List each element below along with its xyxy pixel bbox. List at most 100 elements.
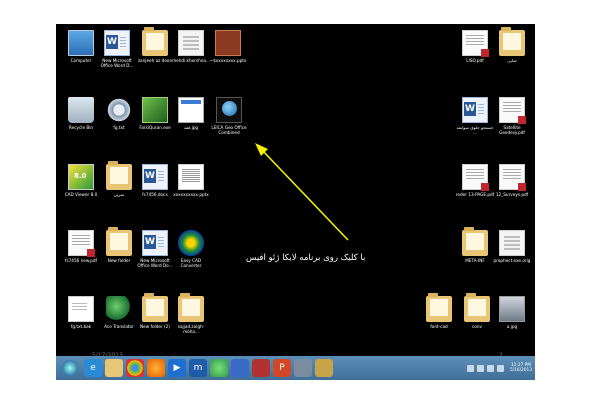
- desktop-icon-pptx[interactable]: xxxxxxxxxx.pptx: [172, 164, 210, 197]
- desktop-icon-easy-cad-converter[interactable]: Easy CAD Converter: [172, 230, 210, 268]
- desktop-icon-ace-translator[interactable]: Ace Translator: [100, 296, 138, 329]
- desktop-icon-pptx-temp[interactable]: ~$xxxxxxxx.pptx: [209, 30, 247, 63]
- leica-geo-office-icon: [216, 97, 242, 123]
- image-file-icon: [215, 30, 241, 56]
- desktop-icon-sajjad-folder[interactable]: sajjad.zolgh-moha...: [172, 293, 210, 334]
- desktop-icon-surveys-pdf[interactable]: 12_Surveys.pdf: [493, 164, 531, 197]
- network-icon[interactable]: [486, 364, 494, 372]
- start-button[interactable]: [62, 360, 78, 376]
- icon-label: 12_Surveys.pdf: [495, 192, 529, 197]
- taskbar-internet-explorer[interactable]: e: [84, 359, 102, 377]
- desktop-icon-a-jpg[interactable]: a.jpg: [493, 296, 531, 329]
- taskbar-chrome[interactable]: [126, 359, 144, 377]
- icon-label: New folder (2): [140, 324, 170, 329]
- icon-label: تمرین: [113, 192, 125, 197]
- icon-label: فقه.jpg: [183, 125, 199, 130]
- document-icon: [499, 230, 525, 256]
- system-tray: 11:27 PM 5/16/2013: [466, 358, 532, 378]
- desktop-icon-folder-tamrin[interactable]: تمرین: [100, 161, 138, 197]
- taskbar-media-app[interactable]: [252, 359, 270, 377]
- folder-icon: [464, 293, 490, 322]
- taskbar-app[interactable]: [294, 359, 312, 377]
- icon-label: شاپی: [507, 58, 517, 63]
- desktop-icon-fs7456-pdf[interactable]: fs7456 new.pdf: [62, 230, 100, 263]
- icon-label: xxxxxxxxxx.pptx: [173, 192, 209, 197]
- desktop-icon-folder[interactable]: zanjeeh az doon: [136, 27, 174, 63]
- word-document-icon: [142, 164, 168, 190]
- folder-icon: [178, 293, 204, 322]
- desktop-icon-word-fa[interactable]: جستجو جلوی سوابقه ...: [456, 97, 494, 135]
- easy-cad-converter-icon: [178, 230, 204, 256]
- desktop-icon-computer[interactable]: Computer: [62, 30, 100, 63]
- icon-label: zanjeeh az doon: [137, 58, 173, 63]
- folder-icon: [142, 293, 168, 322]
- icon-label: LISO.pdf: [466, 58, 484, 63]
- desktop-icon-new-folder-2[interactable]: New folder (2): [136, 293, 174, 329]
- folder-icon: [106, 227, 132, 256]
- desktop-icon-reder-pdf[interactable]: reder 13-PAGE.pdf: [456, 164, 494, 197]
- taskbar-file-explorer[interactable]: [105, 359, 123, 377]
- desktop-icon-new-folder[interactable]: New folder: [100, 227, 138, 263]
- photo-icon: [499, 296, 525, 322]
- clock[interactable]: 11:27 PM 5/16/2013: [510, 363, 532, 374]
- icon-label: New Microsoft Office Word D...: [100, 58, 134, 68]
- taskbar-mathtype[interactable]: m: [189, 359, 207, 377]
- desktop-icon-font-cad[interactable]: font-cad: [420, 293, 458, 329]
- taskbar-firefox[interactable]: [147, 359, 165, 377]
- folder-icon: [462, 227, 488, 256]
- icon-label: font-cad: [430, 324, 448, 329]
- desktop-icon-fg-txt[interactable]: fg.txt: [100, 97, 138, 130]
- folder-icon: [499, 27, 525, 56]
- keyboard-icon[interactable]: [466, 364, 474, 372]
- pdf-icon: [68, 230, 95, 257]
- volume-icon[interactable]: [496, 364, 504, 372]
- word-document-icon: [104, 30, 130, 56]
- folder-icon: [142, 27, 168, 56]
- icon-label: Computer: [70, 58, 92, 63]
- icon-label: conv: [472, 324, 482, 329]
- desktop-icon-folder-shapi[interactable]: شاپی: [493, 27, 531, 63]
- globe-icon: [106, 296, 132, 322]
- desktop-icon-cad-viewer[interactable]: CAD Viewer 8.0: [62, 164, 100, 197]
- icon-label: New Microsoft Office Word Do...: [137, 258, 173, 268]
- computer-icon: [68, 30, 94, 56]
- webpage-icon: [178, 97, 204, 123]
- settings-file-icon: [106, 97, 132, 123]
- icon-label: fs7456 new.pdf: [64, 258, 98, 263]
- icon-label: Ace Translator: [104, 324, 134, 329]
- icon-label: META-INF: [465, 258, 485, 263]
- text-file-icon: [68, 296, 94, 322]
- folder-icon: [426, 293, 452, 322]
- desktop-icon-farsiquran[interactable]: FarsiQuran.exe: [136, 97, 174, 130]
- desktop-icon-leica-geo-office[interactable]: LEICA Geo Office Combined: [210, 97, 248, 135]
- desktop-icon-conv[interactable]: conv: [458, 293, 496, 329]
- taskbar-media-player[interactable]: ▶: [168, 359, 186, 377]
- icon-label: Recycle Bin: [68, 125, 94, 130]
- desktop-icon-satellite-geodesy[interactable]: Satellite Geodesy.pdf: [493, 97, 531, 135]
- cad-viewer-icon: [68, 164, 94, 190]
- desktop-icon-document[interactable]: mehdi.khorshna...: [172, 30, 210, 63]
- icon-label: fg.txt: [113, 125, 125, 130]
- desktop-icon-jpg[interactable]: فقه.jpg: [172, 97, 210, 130]
- taskbar-globe-app[interactable]: [210, 359, 228, 377]
- folder-icon: [106, 161, 132, 190]
- taskbar-app-2[interactable]: [315, 359, 333, 377]
- taskbar-paint[interactable]: [231, 359, 249, 377]
- desktop-icon-liso-pdf[interactable]: LISO.pdf: [456, 30, 494, 63]
- desktop-icon-prophect[interactable]: prophect.exe.orig: [493, 230, 531, 263]
- icon-label: fg.txt.bak: [70, 324, 92, 329]
- icon-label: reder 13-PAGE.pdf: [455, 192, 495, 197]
- desktop-icon-fs7456-docx[interactable]: fs7456.docx: [136, 164, 174, 197]
- desktop-icon-meta-inf[interactable]: META-INF: [456, 227, 494, 263]
- desktop-icon-word-doc[interactable]: New Microsoft Office Word D...: [98, 30, 136, 68]
- pdf-icon: [462, 164, 489, 191]
- pdf-icon: [499, 164, 526, 191]
- icon-label: ~$xxxxxxxx.pptx: [209, 58, 247, 63]
- desktop-icon-recycle-bin[interactable]: Recycle Bin: [62, 97, 100, 130]
- pdf-icon: [462, 30, 489, 57]
- desktop-icon-fg-txt-bak[interactable]: fg.txt.bak: [62, 296, 100, 329]
- flag-icon[interactable]: [476, 364, 484, 372]
- icon-label: New folder: [107, 258, 131, 263]
- taskbar-powerpoint[interactable]: P: [273, 359, 291, 377]
- desktop-icon-word-doc-2[interactable]: New Microsoft Office Word Do...: [136, 230, 174, 268]
